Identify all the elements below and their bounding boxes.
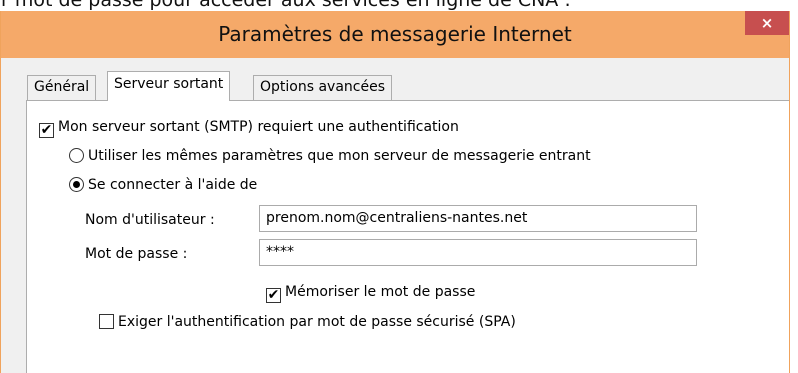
connect-with-row[interactable]: Se connecter à l'aide de — [69, 176, 257, 194]
remember-password-row[interactable]: ✔ Mémoriser le mot de passe — [266, 283, 475, 303]
same-settings-radio[interactable] — [69, 148, 84, 163]
checkmark-icon: ✔ — [40, 122, 53, 138]
outgoing-server-panel: ✔ Mon serveur sortant (SMTP) requiert une… — [26, 100, 789, 373]
connect-with-label: Se connecter à l'aide de — [88, 177, 258, 193]
tab-outgoing-server[interactable]: Serveur sortant — [107, 71, 231, 101]
radio-selected-dot — [73, 181, 80, 188]
remember-password-label: Mémoriser le mot de passe — [285, 284, 476, 300]
dialog-title: Paramètres de messagerie Internet — [218, 22, 572, 46]
tab-general[interactable]: Général — [27, 75, 97, 100]
password-label: Mot de passe : — [85, 246, 188, 262]
close-button[interactable]: × — [745, 11, 789, 35]
smtp-auth-label: Mon serveur sortant (SMTP) requiert une … — [58, 119, 459, 135]
spa-label: Exiger l'authentification par mot de pas… — [118, 314, 516, 330]
username-field[interactable]: prenom.nom@centraliens-nantes.net — [259, 205, 697, 232]
spa-row[interactable]: Exiger l'authentification par mot de pas… — [99, 313, 516, 331]
internet-mail-settings-dialog: Paramètres de messagerie Internet × Géné… — [0, 11, 790, 373]
checkmark-icon: ✔ — [267, 287, 280, 303]
title-bar: Paramètres de messagerie Internet × — [1, 11, 789, 58]
smtp-auth-checkbox[interactable]: ✔ — [39, 123, 54, 138]
username-label: Nom d'utilisateur : — [85, 212, 215, 228]
tab-advanced-options[interactable]: Options avancées — [253, 75, 393, 100]
same-settings-row[interactable]: Utiliser les mêmes paramètres que mon se… — [69, 147, 591, 165]
same-settings-label: Utiliser les mêmes paramètres que mon se… — [88, 148, 591, 164]
remember-password-checkbox[interactable]: ✔ — [266, 288, 281, 303]
background-document-text: r mot de passe pour accéder aux services… — [1, 0, 571, 11]
close-icon: × — [760, 14, 774, 32]
connect-with-radio[interactable] — [69, 177, 84, 192]
smtp-auth-row[interactable]: ✔ Mon serveur sortant (SMTP) requiert une… — [39, 118, 459, 138]
password-field[interactable]: **** — [259, 239, 697, 266]
spa-checkbox[interactable] — [99, 314, 114, 329]
